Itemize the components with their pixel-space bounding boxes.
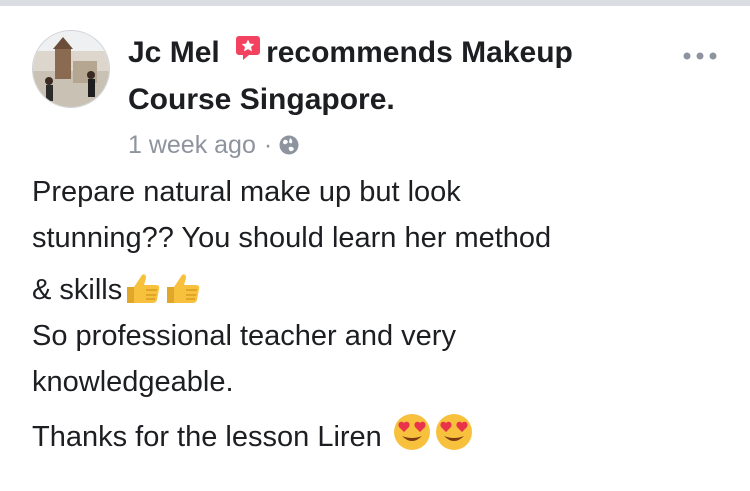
avatar-image (33, 31, 109, 107)
post-meta: 1 week ago · (128, 127, 300, 163)
review-line-6: Thanks for the lesson Liren (32, 412, 474, 457)
heart-eyes-emojis (392, 412, 474, 452)
page-name-part2[interactable]: Course Singapore. (128, 83, 395, 116)
top-divider (0, 0, 750, 6)
recommends-verb: recommends (266, 35, 453, 69)
recommendation-badge-icon (234, 32, 262, 72)
review-line-3-text: & skills (32, 274, 123, 306)
globe-icon[interactable] (278, 131, 300, 159)
page-name-part1[interactable]: Makeup (461, 36, 573, 69)
more-options-icon[interactable] (682, 48, 718, 60)
meta-separator: · (263, 131, 273, 159)
page-name-continued[interactable]: Course Singapore. (128, 80, 688, 120)
review-line-5: knowledgeable. (32, 366, 234, 398)
review-line-3: & skills (32, 270, 202, 310)
heart-eyes-icon (435, 414, 472, 450)
author-name[interactable]: Jc Mel (128, 36, 220, 69)
review-line-6-text: Thanks for the lesson Liren (32, 421, 390, 453)
post-header: Jc Mel recommends Makeup (128, 32, 688, 76)
review-line-4: So professional teacher and very (32, 320, 456, 352)
thumbs-up-icon (127, 274, 160, 303)
review-line-2: stunning?? You should learn her method (32, 222, 552, 254)
heart-eyes-icon (393, 414, 430, 450)
timestamp[interactable]: 1 week ago (128, 131, 256, 159)
thumbs-up-emojis (124, 271, 202, 305)
review-line-1: Prepare natural make up but look (32, 176, 461, 208)
thumbs-up-icon (167, 274, 200, 303)
avatar[interactable] (32, 30, 110, 108)
